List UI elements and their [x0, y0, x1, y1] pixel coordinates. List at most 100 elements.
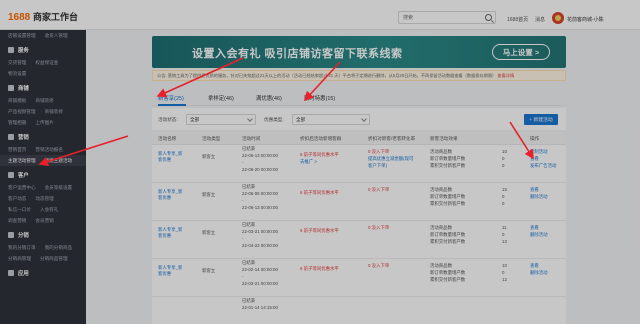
activity-time: 已结束	[242, 184, 256, 189]
row-action-link[interactable]: 查看	[530, 263, 539, 269]
sidebar-section[interactable]: 客户	[0, 168, 86, 182]
sidebar-item[interactable]: 产品视频管理	[8, 109, 36, 115]
sidebar-item[interactable]: 私信一口价	[8, 207, 31, 213]
sidebar-item[interactable]: 营销首页	[8, 147, 26, 153]
sidebar-item[interactable]: 交货管理	[8, 60, 26, 66]
sidebar-item[interactable]: 物流设置	[8, 71, 26, 77]
sidebar-item[interactable]: 会员等级设置	[45, 185, 73, 191]
row-action-link[interactable]: 删除活动	[530, 194, 548, 200]
section-icon	[8, 47, 14, 53]
sidebar-section-label: 客户	[18, 173, 29, 179]
chevron-down-icon	[361, 116, 367, 122]
sidebar-item[interactable]: 新建主题活动	[45, 158, 73, 164]
activity-time: 22-03-21 00:00:00	[242, 281, 278, 286]
activity-time: 22-06-06 00:00:00	[242, 191, 278, 196]
tab-sample[interactable]: 拿样定(46)	[208, 94, 234, 102]
search-box[interactable]	[398, 11, 496, 24]
promote-link[interactable]: 去推广 >	[300, 159, 317, 165]
activity-time: 22-06-13 00:00:00	[242, 205, 278, 210]
search-input[interactable]	[399, 12, 483, 23]
type-select[interactable]: 全部	[292, 114, 370, 125]
sidebar-row: 交货管理 权益保证金	[0, 57, 86, 68]
sidebar-item[interactable]: 商铺装修	[35, 98, 53, 104]
tab-active-indicator	[158, 104, 186, 106]
metric-value: 10	[502, 263, 507, 268]
activity-time: -	[242, 198, 244, 203]
notice-link[interactable]: 查看详情	[497, 73, 514, 78]
row-action-link[interactable]: 复制活动	[530, 149, 548, 155]
sidebar-item[interactable]: 管理相册	[8, 120, 26, 126]
metric-label: 活动商品数	[430, 149, 452, 154]
user-name[interactable]: 花前客商城-小陈	[567, 16, 604, 23]
metric-value: 12	[502, 277, 507, 282]
status-select[interactable]: 全部	[186, 114, 256, 125]
sidebar-section[interactable]: 分销	[0, 228, 86, 242]
banner-setup-button[interactable]: 马上设置 >	[492, 44, 550, 60]
activity-name[interactable]: 客优惠	[158, 195, 171, 201]
top-header: 1688 商家工作台 1688首页 消息 花前客商城-小陈	[0, 0, 640, 30]
activity-name[interactable]: 客优惠	[158, 233, 171, 239]
activity-time: 已结束	[242, 222, 256, 227]
activity-name[interactable]: 客优惠	[158, 157, 171, 163]
sidebar-row: 物流设置	[0, 68, 86, 79]
activity-name[interactable]: 客优惠	[158, 271, 171, 277]
filter-bar: 活动状态: 全部 优惠类型: 全部 + 新建活动	[152, 108, 566, 130]
new-activity-button[interactable]: + 新建活动	[524, 114, 558, 125]
activity-type: 新客立	[202, 268, 216, 273]
tab-flash-sale[interactable]: 限时特惠(15)	[304, 94, 335, 102]
sidebar-item[interactable]: 客户动态	[8, 196, 26, 202]
sidebar-item[interactable]: 上传图片	[35, 120, 53, 126]
sidebar-item[interactable]: 营销活动报名	[35, 147, 63, 153]
section-icon	[8, 232, 14, 238]
sidebar-item[interactable]: 入会有礼	[40, 207, 58, 213]
sidebar-item[interactable]: 权益保证金	[35, 60, 58, 66]
activity-time: 22-01-14 14:15:00	[242, 305, 278, 310]
search-icon[interactable]	[485, 14, 492, 21]
sidebar-item[interactable]: 动态管理	[35, 196, 53, 202]
conversion-status[interactable]: 提高优惠立减金额(现可	[368, 156, 413, 162]
sidebar-item[interactable]: 店铺设置管理	[8, 33, 36, 39]
table-row: 新人专享_新 客优惠 新客立 已结束 22-06-13 00:00:00-22-06-2…	[152, 145, 566, 183]
sidebar-row: 店铺设置管理 收货人管理	[0, 30, 86, 41]
message-link[interactable]: 消息	[535, 16, 545, 23]
metric-label: 新订单数量增产数	[430, 232, 466, 237]
row-action-link[interactable]: 发布广告活动	[530, 163, 556, 169]
metric-value: 0	[502, 270, 505, 275]
col-header: 折扣对新客/老客转化率	[368, 136, 416, 141]
row-action-link[interactable]: 删除活动	[530, 232, 548, 238]
sidebar-item[interactable]: 客户运营中心	[8, 185, 36, 191]
sidebar-section[interactable]: 服务	[0, 43, 86, 57]
logo[interactable]: 1688 商家工作台	[8, 10, 78, 23]
sidebar-item[interactable]: 我的分销订单	[8, 245, 36, 251]
activity-time: 已结束	[242, 146, 256, 151]
sidebar-item[interactable]: 分销商管理	[8, 256, 31, 262]
sidebar-item[interactable]: 收货人管理	[45, 33, 68, 39]
sidebar-section[interactable]: 营销	[0, 130, 86, 144]
tab-discount[interactable]: 满优惠(46)	[256, 94, 282, 102]
row-action-link[interactable]: 查看	[530, 187, 539, 193]
sidebar-item[interactable]: 调查营销	[8, 218, 26, 224]
sidebar-item[interactable]: 商铺装修	[45, 109, 63, 115]
main-content: 设置入会有礼 吸引店铺访客留下联系线索 马上设置 > 公告: 营销工具为了提供更…	[86, 30, 640, 324]
sidebar-section-label: 营销	[18, 135, 29, 141]
row-action-link[interactable]: 查看	[530, 225, 539, 231]
sidebar-section[interactable]: 商铺	[0, 81, 86, 95]
conversion-status[interactable]: 客户下单)	[368, 163, 387, 169]
sidebar-item[interactable]: 主题活动管理	[8, 158, 36, 164]
status-filter-label: 活动状态:	[158, 117, 178, 122]
sidebar-section[interactable]: 应用	[0, 266, 86, 280]
sidebar-item[interactable]: 商铺模板	[8, 98, 26, 104]
metric-value: 15	[502, 187, 507, 192]
row-action-link[interactable]: 查看	[530, 156, 539, 162]
tab-new-customer[interactable]: 新客享(25)	[158, 94, 184, 102]
promo-banner[interactable]: 设置入会有礼 吸引店铺访客留下联系线索 马上设置 >	[152, 36, 566, 68]
metric-label: 累积交付新客产数	[430, 239, 466, 244]
avatar[interactable]	[552, 12, 564, 24]
sidebar-item[interactable]: 分销商品管理	[40, 256, 68, 262]
activity-time: -	[242, 274, 244, 279]
metric-value: 13	[502, 239, 507, 244]
sidebar-item[interactable]: 会员营销	[35, 218, 53, 224]
home-link[interactable]: 1688首页	[507, 16, 528, 23]
row-action-link[interactable]: 删除活动	[530, 270, 548, 276]
sidebar-item[interactable]: 我的分销商品	[45, 245, 73, 251]
